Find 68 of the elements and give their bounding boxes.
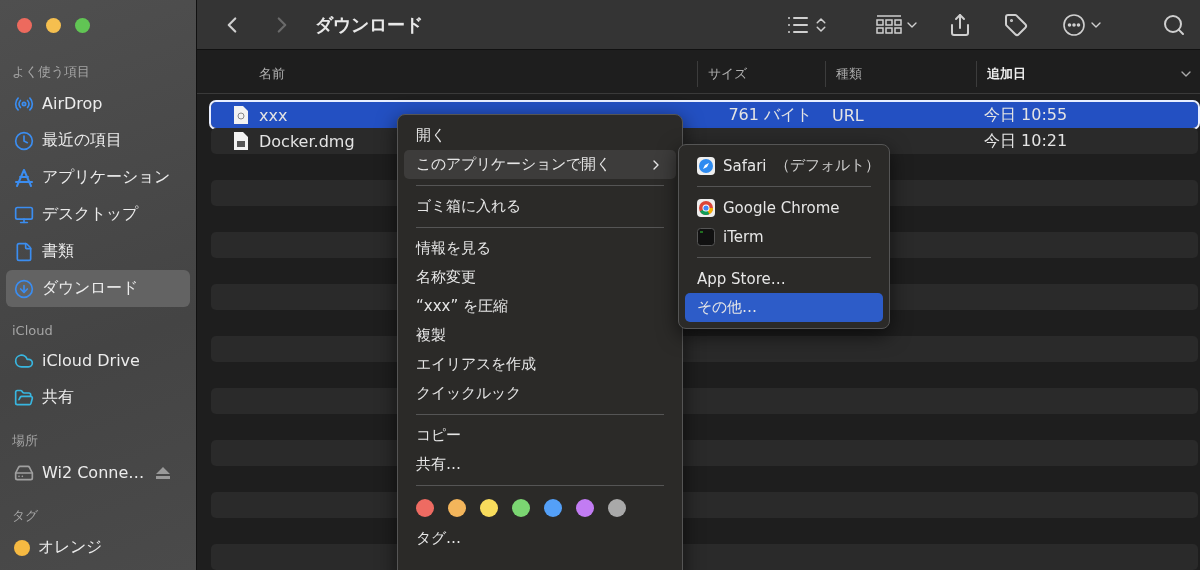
menu-item[interactable]: エイリアスを作成: [404, 350, 676, 379]
menu-item[interactable]: “xxx” を圧縮: [404, 292, 676, 321]
sidebar-item[interactable]: AirDrop: [6, 85, 190, 122]
file-name: Docker.dmg: [259, 131, 355, 151]
sidebar-item[interactable]: アプリケーション: [6, 159, 190, 196]
sidebar-item[interactable]: オレンジ: [6, 529, 190, 566]
sidebar-item[interactable]: 最近の項目: [6, 122, 190, 159]
window-title: ダウンロード: [315, 12, 424, 37]
clock-icon: [14, 130, 34, 151]
menu-item[interactable]: 情報を見る: [404, 234, 676, 263]
sidebar-item[interactable]: Wi2 Conne…: [6, 454, 190, 491]
menu-item[interactable]: コピー: [404, 421, 676, 450]
terminal-icon: [697, 227, 715, 246]
sidebar-item[interactable]: デスクトップ: [6, 196, 190, 233]
close-button[interactable]: [17, 18, 32, 33]
link-file-icon: [233, 105, 249, 125]
sidebar-item[interactable]: 共有: [6, 379, 190, 416]
menu-item[interactable]: App Store…: [685, 264, 883, 293]
menu-item[interactable]: その他…: [685, 293, 883, 322]
section-header: iCloud: [11, 322, 54, 340]
monitor-icon: [14, 204, 34, 225]
tag-color-dot[interactable]: [576, 499, 594, 517]
menu-item[interactable]: クイックルック: [404, 379, 676, 408]
tag-color-dot[interactable]: [416, 499, 434, 517]
column-header[interactable]: 追加日: [976, 60, 1200, 87]
more-icon[interactable]: [1062, 12, 1086, 37]
minimize-button[interactable]: [46, 18, 61, 33]
date-added: 今日 10:21: [984, 130, 1069, 152]
tag-color-dot[interactable]: [448, 499, 466, 517]
menu-item[interactable]: iTerm: [685, 222, 883, 251]
file-kind: URL: [832, 105, 865, 125]
eject-icon[interactable]: [156, 466, 171, 479]
menu-item[interactable]: 名称変更: [404, 263, 676, 292]
share-icon[interactable]: [948, 12, 972, 37]
sidebar-item[interactable]: ダウンロード: [6, 270, 190, 307]
shared-folder-icon: [14, 387, 34, 408]
search-icon[interactable]: [1162, 12, 1186, 37]
applications-icon: [14, 167, 34, 188]
date-added: 今日 10:55: [984, 104, 1069, 126]
column-header[interactable]: 名前: [197, 60, 697, 87]
column-header[interactable]: 種類: [825, 60, 976, 87]
menu-item[interactable]: Safari （デフォルト）: [685, 151, 883, 180]
menu-item[interactable]: 共有…: [404, 450, 676, 479]
menu-item[interactable]: 複製: [404, 321, 676, 350]
document-icon: [14, 241, 34, 262]
menu-item[interactable]: ゴミ箱に入れる: [404, 192, 676, 221]
download-icon: [14, 278, 34, 299]
file-name: xxx: [259, 105, 288, 125]
file-size: 761 バイト: [727, 104, 813, 126]
disk-image-file-icon: [233, 131, 249, 151]
menu-item[interactable]: このアプリケーションで開く: [404, 150, 676, 179]
zoom-button[interactable]: [75, 18, 90, 33]
section-header: 場所: [11, 432, 39, 450]
menu-item[interactable]: Google Chrome: [685, 193, 883, 222]
grid-icon[interactable]: [876, 14, 902, 35]
tag-color-dot[interactable]: [512, 499, 530, 517]
section-header: タグ: [11, 507, 39, 525]
sidebar-item[interactable]: iCloud Drive: [6, 342, 190, 379]
section-header: よく使う項目: [11, 63, 91, 81]
tag-color-dot[interactable]: [480, 499, 498, 517]
sidebar-item[interactable]: 書類: [6, 233, 190, 270]
browser-icon: [697, 198, 715, 217]
menu-item[interactable]: タグ…: [404, 524, 676, 553]
tag-color-dot[interactable]: [544, 499, 562, 517]
compass-icon: [697, 156, 715, 175]
tag-color-dot[interactable]: [608, 499, 626, 517]
tag-icon[interactable]: [1004, 12, 1028, 37]
column-header[interactable]: サイズ: [697, 60, 825, 87]
